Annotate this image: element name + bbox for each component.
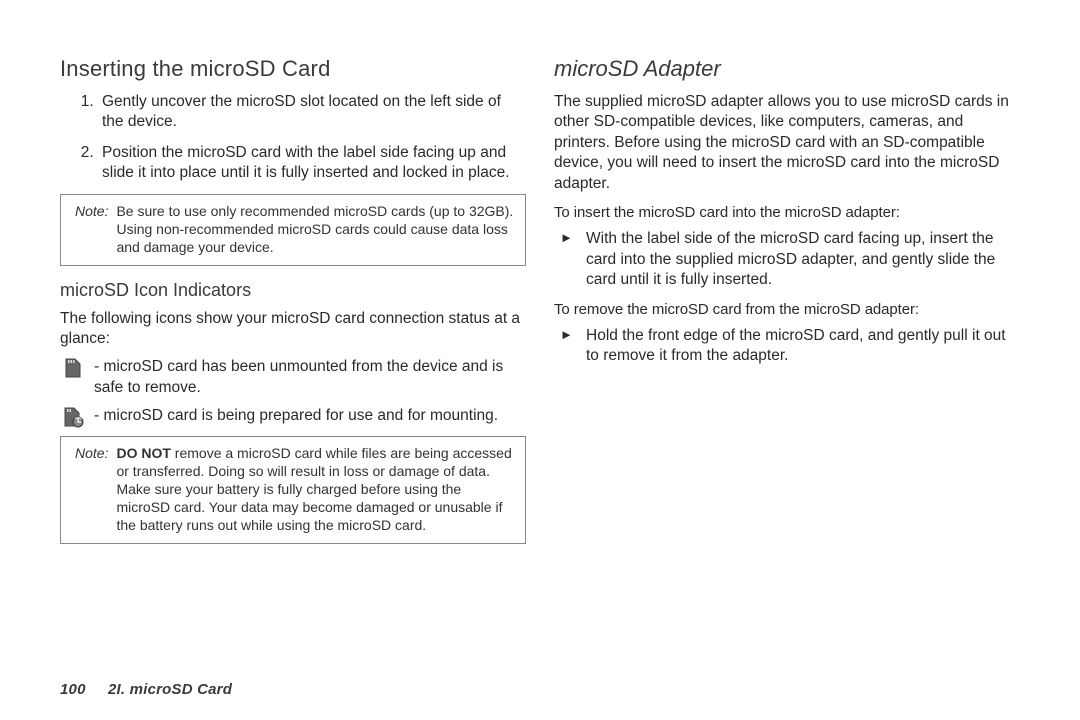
note-label: Note: <box>75 445 110 463</box>
list-item: Position the microSD card with the label… <box>98 143 526 184</box>
page-footer: 100 2I. microSD Card <box>60 681 232 698</box>
sd-preparing-icon <box>60 406 86 428</box>
bullet-list: With the label side of the microSD card … <box>554 229 1020 290</box>
adapter-para: The supplied microSD adapter allows you … <box>554 92 1020 194</box>
page-body: Inserting the microSD Card Gently uncove… <box>0 0 1080 660</box>
list-item: With the label side of the microSD card … <box>582 229 1020 290</box>
note-text: DO NOT remove a microSD card while files… <box>116 445 515 535</box>
icon-row: - microSD card is being prepared for use… <box>60 406 526 428</box>
lead-remove: To remove the microSD card from the micr… <box>554 301 1020 318</box>
sd-unmounted-icon <box>60 357 86 379</box>
note-box: Note: Be sure to use only recommended mi… <box>60 194 526 266</box>
lead-insert: To insert the microSD card into the micr… <box>554 204 1020 221</box>
list-item: Hold the front edge of the microSD card,… <box>582 326 1020 367</box>
icon-desc: - microSD card has been unmounted from t… <box>94 357 526 398</box>
bullet-list: Hold the front edge of the microSD card,… <box>554 326 1020 367</box>
icon-row: - microSD card has been unmounted from t… <box>60 357 526 398</box>
icon-intro: The following icons show your microSD ca… <box>60 309 526 350</box>
note-text: Be sure to use only recommended microSD … <box>116 203 515 257</box>
do-not-emphasis: DO NOT <box>116 445 170 461</box>
heading-icon-indicators: microSD Icon Indicators <box>60 280 526 301</box>
note-box: Note: DO NOT remove a microSD card while… <box>60 436 526 544</box>
right-column: microSD Adapter The supplied microSD ada… <box>554 56 1020 660</box>
icon-desc: - microSD card is being prepared for use… <box>94 406 498 428</box>
page-number: 100 <box>60 681 86 698</box>
note-remainder: remove a microSD card while files are be… <box>116 445 511 533</box>
section-title: 2I. microSD Card <box>108 681 232 698</box>
heading-inserting: Inserting the microSD Card <box>60 56 526 82</box>
note-label: Note: <box>75 203 110 221</box>
left-column: Inserting the microSD Card Gently uncove… <box>60 56 526 660</box>
insert-steps-list: Gently uncover the microSD slot located … <box>60 92 526 184</box>
list-item: Gently uncover the microSD slot located … <box>98 92 526 133</box>
heading-adapter: microSD Adapter <box>554 56 1020 82</box>
